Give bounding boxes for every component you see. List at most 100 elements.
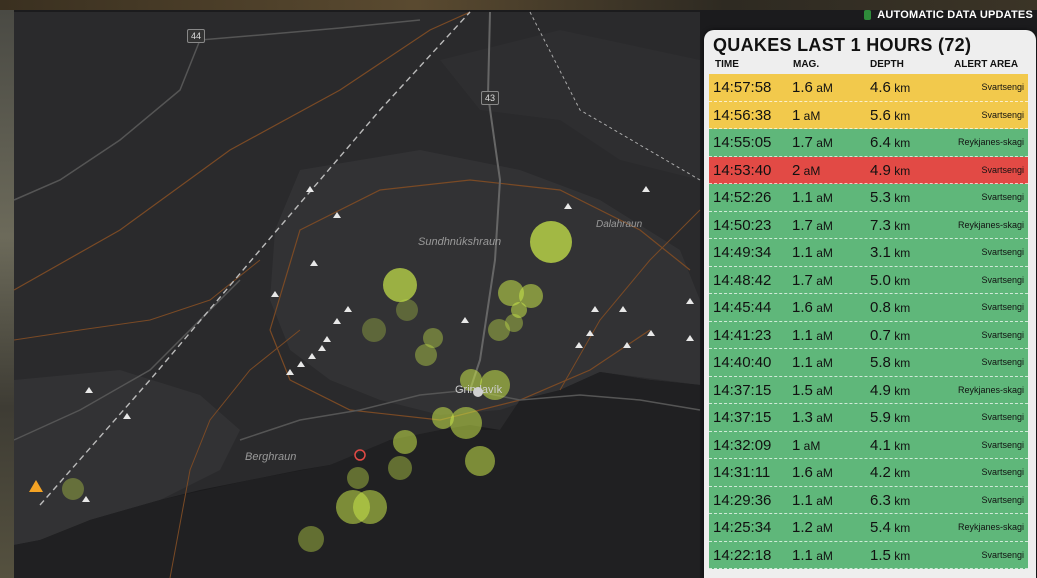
quake-row[interactable]: 14:45:44 1.6 aM 0.8 km Svartsengi	[709, 294, 1028, 322]
quake-magnitude: 1.1 aM	[792, 354, 833, 371]
header-mag: MAG.	[793, 59, 820, 70]
quake-alert-area: Svartsengi	[981, 357, 1024, 368]
quake-time: 14:32:09	[713, 436, 772, 454]
quake-time: 14:29:36	[713, 491, 772, 509]
quake-alert-area: Svartsengi	[981, 109, 1024, 120]
quake-alert-area: Svartsengi	[981, 329, 1024, 340]
quake-magnitude: 1.5 aM	[792, 381, 833, 399]
quake-magnitude: 1.7 aM	[792, 216, 833, 234]
quake-depth: 6.3 km	[870, 491, 911, 509]
quake-magnitude: 1 aM	[792, 106, 821, 124]
quake-row[interactable]: 14:41:23 1.1 aM 0.7 km Svartsengi	[709, 321, 1028, 349]
quake-depth: 4.9 km	[870, 381, 911, 399]
quake-alert-area: Svartsengi	[981, 247, 1024, 258]
header-depth: DEPTH	[870, 59, 904, 70]
quake-depth: 4.6 km	[870, 79, 911, 96]
quake-magnitude: 1.6 aM	[792, 299, 833, 316]
quake-alert-area: Svartsengi	[981, 82, 1024, 93]
quake-time: 14:50:23	[713, 216, 772, 234]
quake-time: 14:56:38	[713, 106, 772, 124]
quake-magnitude: 1.3 aM	[792, 409, 833, 426]
quake-alert-area: Svartsengi	[981, 412, 1024, 423]
quake-row[interactable]: 14:37:15 1.5 aM 4.9 km Reykjanes-skagi	[709, 376, 1028, 404]
quake-time: 14:37:15	[713, 381, 772, 399]
quake-list-panel: QUAKES LAST 1 HOURS (72) TIME MAG. DEPTH…	[704, 30, 1036, 578]
quake-row[interactable]: 14:53:40 2 aM 4.9 km Svartsengi	[709, 156, 1028, 184]
quake-depth: 6.4 km	[870, 134, 911, 151]
quake-alert-area: Reykjanes-skagi	[957, 522, 1024, 533]
quake-alert-area: Reykjanes-skagi	[957, 219, 1024, 230]
quake-time: 14:57:58	[713, 79, 772, 96]
quake-time: 14:52:26	[713, 189, 772, 206]
header-alert-area: ALERT AREA	[954, 59, 1019, 70]
quake-alert-area: Reykjanes-skagi	[957, 137, 1024, 148]
quake-row[interactable]: 14:40:40 1.1 aM 5.8 km Svartsengi	[709, 349, 1028, 377]
quake-depth: 5.0 km	[870, 271, 911, 289]
quake-depth: 7.3 km	[870, 216, 911, 234]
quake-depth: 5.3 km	[870, 189, 911, 206]
header-time: TIME	[715, 59, 739, 70]
quake-time: 14:41:23	[713, 326, 772, 344]
quake-row[interactable]: 14:25:34 1.2 aM 5.4 km Reykjanes-skagi	[709, 514, 1028, 542]
quake-depth: 4.9 km	[870, 161, 911, 179]
quake-row[interactable]: 14:29:36 1.1 aM 6.3 km Svartsengi	[709, 486, 1028, 514]
quake-depth: 3.1 km	[870, 244, 911, 261]
quake-row[interactable]: 14:48:42 1.7 aM 5.0 km Svartsengi	[709, 266, 1028, 294]
quake-list[interactable]: 14:57:58 1.6 aM 4.6 km Svartsengi 14:56:38 1 …	[709, 74, 1028, 569]
quake-alert-area: Svartsengi	[981, 302, 1024, 313]
quake-magnitude: 1.2 aM	[792, 519, 833, 536]
status-icon	[864, 10, 872, 20]
map-label-sundhnukshraun: Sundhnúkshraun	[418, 236, 502, 248]
quake-magnitude: 1.6 aM	[792, 464, 833, 481]
left-video-strip	[0, 10, 14, 578]
quake-magnitude: 1.1 aM	[792, 546, 833, 564]
quake-alert-area: Reykjanes-skagi	[957, 384, 1024, 395]
quake-alert-area: Svartsengi	[981, 439, 1024, 450]
quake-magnitude: 1.1 aM	[792, 491, 833, 509]
quake-row[interactable]: 14:32:09 1 aM 4.1 km Svartsengi	[709, 431, 1028, 459]
quake-time: 14:45:44	[713, 299, 772, 316]
quake-row[interactable]: 14:22:18 1.1 aM 1.5 km Svartsengi	[709, 541, 1028, 569]
quake-row[interactable]: 14:52:26 1.1 aM 5.3 km Svartsengi	[709, 184, 1028, 212]
quake-depth: 4.2 km	[870, 464, 911, 481]
quake-time: 14:37:15	[713, 409, 772, 426]
quake-depth: 5.4 km	[870, 519, 911, 536]
quake-depth: 5.6 km	[870, 106, 911, 124]
quake-magnitude: 1.1 aM	[792, 189, 833, 206]
quake-magnitude: 1.6 aM	[792, 79, 833, 96]
road-badge-44: 44	[187, 29, 206, 43]
quake-row[interactable]: 14:50:23 1.7 aM 7.3 km Reykjanes-skagi	[709, 211, 1028, 239]
map-label-grindavik: Grindavík	[455, 384, 503, 396]
quake-magnitude: 1.1 aM	[792, 326, 833, 344]
quake-row[interactable]: 14:55:05 1.7 aM 6.4 km Reykjanes-skagi	[709, 129, 1028, 157]
auto-update-indicator: AUTOMATIC DATA UPDATES	[864, 9, 1033, 21]
quake-row[interactable]: 14:56:38 1 aM 5.6 km Svartsengi	[709, 101, 1028, 129]
quake-alert-area: Svartsengi	[981, 164, 1024, 175]
quake-depth: 5.9 km	[870, 409, 911, 426]
quake-alert-area: Svartsengi	[981, 274, 1024, 285]
map-label-berghraun: Berghraun	[245, 451, 297, 463]
quake-row[interactable]: 14:37:15 1.3 aM 5.9 km Svartsengi	[709, 404, 1028, 432]
quake-magnitude: 1.1 aM	[792, 244, 833, 261]
quake-alert-area: Svartsengi	[981, 549, 1024, 560]
quake-alert-area: Svartsengi	[981, 192, 1024, 203]
quake-time: 14:53:40	[713, 161, 772, 179]
quake-alert-area: Svartsengi	[981, 494, 1024, 505]
road-badge-43: 43	[481, 91, 500, 105]
quake-depth: 0.7 km	[870, 326, 911, 344]
quake-time: 14:48:42	[713, 271, 772, 289]
quake-time: 14:40:40	[713, 354, 772, 371]
quake-depth: 4.1 km	[870, 436, 911, 454]
quake-magnitude: 1.7 aM	[792, 271, 833, 289]
quake-depth: 5.8 km	[870, 354, 911, 371]
quake-magnitude: 1 aM	[792, 436, 821, 454]
quake-row[interactable]: 14:31:11 1.6 aM 4.2 km Svartsengi	[709, 459, 1028, 487]
quake-time: 14:31:11	[713, 464, 771, 481]
quake-row[interactable]: 14:49:34 1.1 aM 3.1 km Svartsengi	[709, 239, 1028, 267]
quake-time: 14:55:05	[713, 134, 772, 151]
quake-time: 14:22:18	[713, 546, 772, 564]
quake-row[interactable]: 14:57:58 1.6 aM 4.6 km Svartsengi	[709, 74, 1028, 102]
quake-time: 14:25:34	[713, 519, 772, 536]
quake-magnitude: 2 aM	[792, 161, 821, 179]
map-label-dalahraun: Dalahraun	[596, 219, 643, 230]
